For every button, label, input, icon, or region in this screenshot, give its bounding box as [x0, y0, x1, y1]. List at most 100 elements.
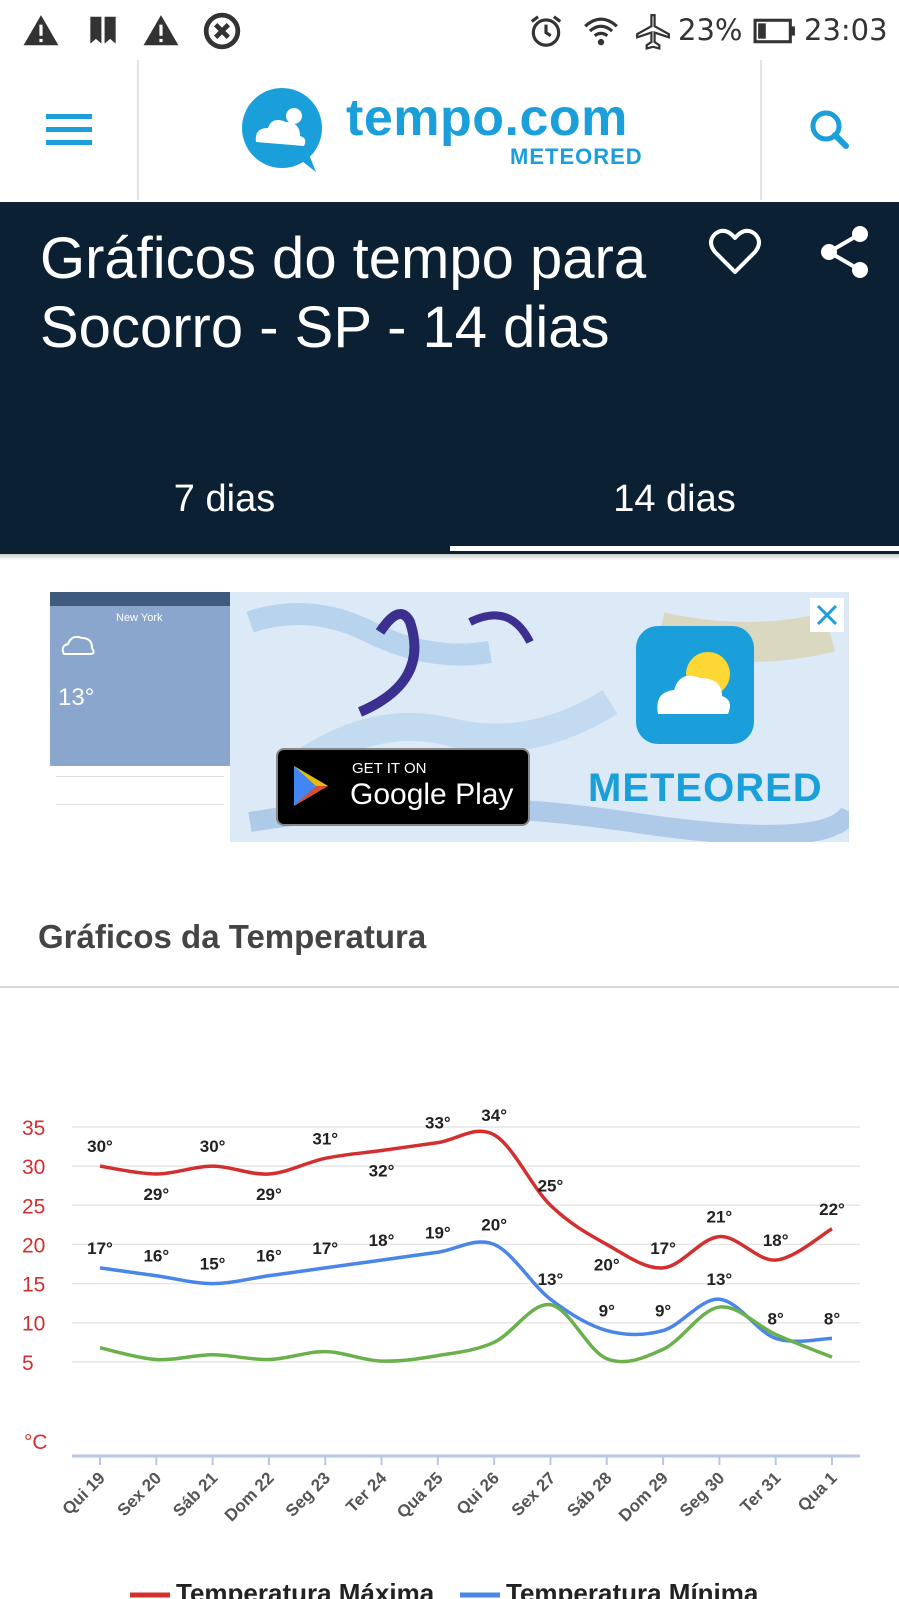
- data-label: 31°: [312, 1129, 338, 1148]
- data-label: 13°: [538, 1270, 564, 1289]
- section-title: Gráficos da Temperatura: [38, 918, 427, 955]
- logo-cloud-icon: [242, 88, 322, 172]
- section-divider: [0, 986, 899, 988]
- favorite-button[interactable]: [705, 222, 765, 282]
- data-label: 9°: [655, 1302, 671, 1321]
- ad-close-button[interactable]: [810, 598, 844, 632]
- ad-phone-temp: 13°: [58, 684, 95, 711]
- data-label: 30°: [200, 1137, 226, 1156]
- data-label: 29°: [256, 1185, 282, 1204]
- data-label: 33°: [425, 1114, 451, 1133]
- app-header: tempo.com METEORED: [0, 60, 899, 202]
- y-axis-unit: °C: [24, 1431, 48, 1454]
- x-tick-label: Ter 31: [737, 1468, 785, 1516]
- x-tick-label: Sáb 21: [169, 1468, 221, 1520]
- divider: [137, 60, 139, 200]
- y-tick-label: 20: [22, 1234, 45, 1257]
- active-tab-indicator: [450, 546, 899, 551]
- data-label: 22°: [819, 1200, 845, 1219]
- google-play-text: Google Play: [350, 778, 514, 811]
- share-button[interactable]: [815, 222, 875, 282]
- tab-14-dias[interactable]: 14 dias: [450, 464, 899, 534]
- data-label: 32°: [369, 1161, 395, 1180]
- google-play-icon: [294, 766, 328, 806]
- data-label: 34°: [481, 1106, 507, 1125]
- clock: 23:03: [804, 13, 888, 47]
- bookmark-icon: [90, 16, 116, 44]
- legend-label: Temperatura Mínima: [506, 1578, 759, 1599]
- search-button[interactable]: [790, 100, 870, 160]
- data-label: 18°: [763, 1231, 789, 1250]
- share-icon: [821, 226, 868, 278]
- data-label: 17°: [312, 1239, 338, 1258]
- x-tick-label: Sáb 28: [563, 1468, 615, 1520]
- meteored-app-icon: [636, 626, 754, 744]
- alarm-icon: [530, 15, 562, 47]
- divider: [760, 60, 762, 200]
- data-label: 17°: [650, 1239, 676, 1258]
- x-tick-label: Sex 20: [114, 1468, 166, 1520]
- x-tick-label: Sex 27: [508, 1468, 560, 1520]
- y-tick-label: 5: [22, 1352, 34, 1375]
- data-label: 20°: [594, 1255, 620, 1274]
- x-tick-label: Qui 26: [453, 1468, 503, 1518]
- y-tick-label: 25: [22, 1195, 45, 1218]
- data-label: 25°: [538, 1176, 564, 1195]
- menu-button[interactable]: [30, 100, 110, 160]
- logo-subtitle: METEORED: [510, 144, 643, 169]
- data-label: 18°: [369, 1231, 395, 1250]
- x-tick-label: Ter 24: [342, 1468, 390, 1516]
- ad-phone-city: New York: [116, 612, 163, 624]
- x-tick-label: Seg 30: [676, 1468, 728, 1520]
- data-label: 21°: [707, 1208, 733, 1227]
- warning-icon: [143, 15, 179, 46]
- status-bar: 23% 23:03: [0, 0, 899, 60]
- x-tick-label: Qua 25: [393, 1468, 447, 1522]
- data-label: 17°: [87, 1239, 113, 1258]
- title-shadow: [0, 554, 899, 560]
- data-label: 30°: [87, 1137, 113, 1156]
- airplane-icon: [636, 14, 670, 50]
- y-tick-label: 15: [22, 1274, 45, 1297]
- wifi-icon: [584, 17, 618, 46]
- data-label: 29°: [143, 1185, 169, 1204]
- y-tick-label: 10: [22, 1313, 45, 1336]
- ad-brand-text: METEORED: [588, 766, 823, 810]
- data-label: 8°: [768, 1309, 784, 1328]
- heart-icon: [709, 228, 761, 274]
- logo[interactable]: tempo.com METEORED: [238, 82, 658, 182]
- data-label: 15°: [200, 1255, 226, 1274]
- google-play-small-text: GET IT ON: [352, 760, 427, 777]
- close-icon: [816, 604, 838, 626]
- data-label: 19°: [425, 1223, 451, 1242]
- page-title: Gráficos do tempo para Socorro - SP - 14…: [40, 226, 647, 360]
- series-line-extra: [99, 1302, 833, 1364]
- data-label: 9°: [599, 1302, 615, 1321]
- legend-label: Temperatura Máxima: [176, 1578, 435, 1599]
- temperature-chart: 30° 29° 30° 29° 31° 32° 33° 34° 25° 20° 17° 21° 18° 2…: [22, 1106, 860, 1599]
- x-tick-label: Seg 23: [282, 1468, 334, 1520]
- data-label: 16°: [256, 1247, 282, 1266]
- search-icon: [810, 110, 849, 149]
- y-tick-label: 30: [22, 1156, 45, 1179]
- hamburger-icon: [46, 114, 92, 145]
- tab-7-dias[interactable]: 7 dias: [0, 464, 449, 534]
- battery-icon: [753, 18, 795, 44]
- ad-banner[interactable]: New York 13° GET IT ON Google Play METEO…: [50, 592, 849, 842]
- ad-phone-preview: New York 13°: [50, 592, 230, 842]
- logo-wordmark: tempo.com: [346, 89, 628, 147]
- blocked-icon: [203, 12, 241, 50]
- warning-icon: [23, 15, 59, 46]
- x-tick-label: Qui 19: [59, 1468, 109, 1518]
- google-play-badge[interactable]: GET IT ON Google Play: [276, 748, 530, 826]
- x-tick-label: Qua 1: [794, 1468, 841, 1515]
- data-label: 13°: [707, 1270, 733, 1289]
- x-tick-label: Dom 22: [221, 1468, 278, 1525]
- title-block: Gráficos do tempo para Socorro - SP - 14…: [0, 202, 899, 554]
- data-label: 16°: [143, 1247, 169, 1266]
- data-label: 20°: [481, 1215, 507, 1234]
- y-tick-label: 35: [22, 1117, 45, 1140]
- rain-cloud-icon: [61, 635, 95, 655]
- data-label: 8°: [824, 1309, 840, 1328]
- x-tick-label: Dom 29: [615, 1468, 672, 1525]
